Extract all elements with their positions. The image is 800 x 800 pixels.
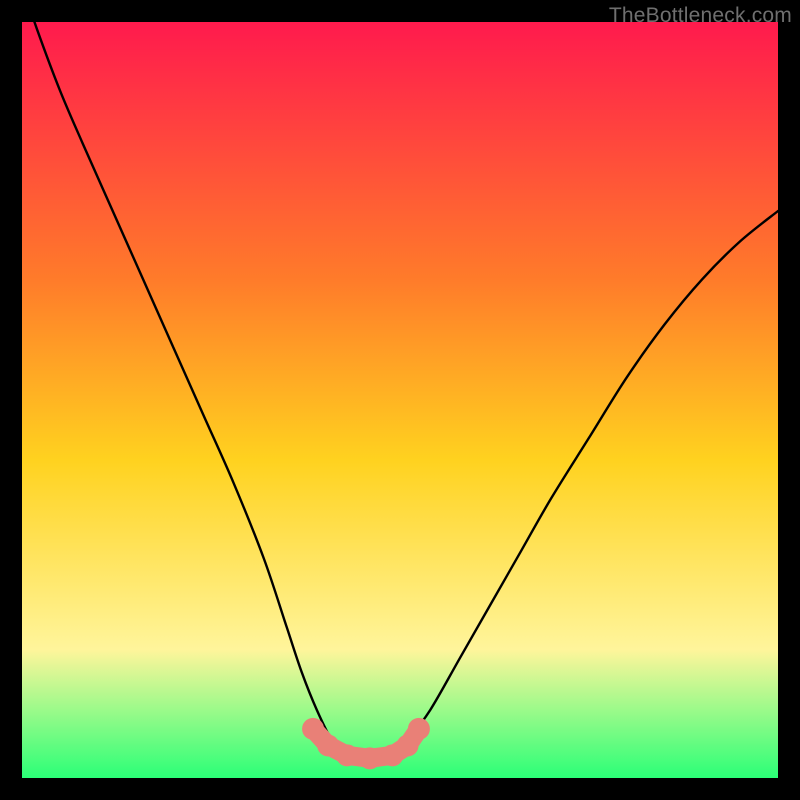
plot-area: [22, 22, 778, 778]
chart-svg: [22, 22, 778, 778]
marker-dot: [302, 718, 324, 740]
marker-dot: [359, 747, 381, 769]
marker-dot: [317, 734, 339, 756]
gradient-background: [22, 22, 778, 778]
marker-dot: [408, 718, 430, 740]
marker-dot: [336, 744, 358, 766]
chart-stage: TheBottleneck.com: [0, 0, 800, 800]
